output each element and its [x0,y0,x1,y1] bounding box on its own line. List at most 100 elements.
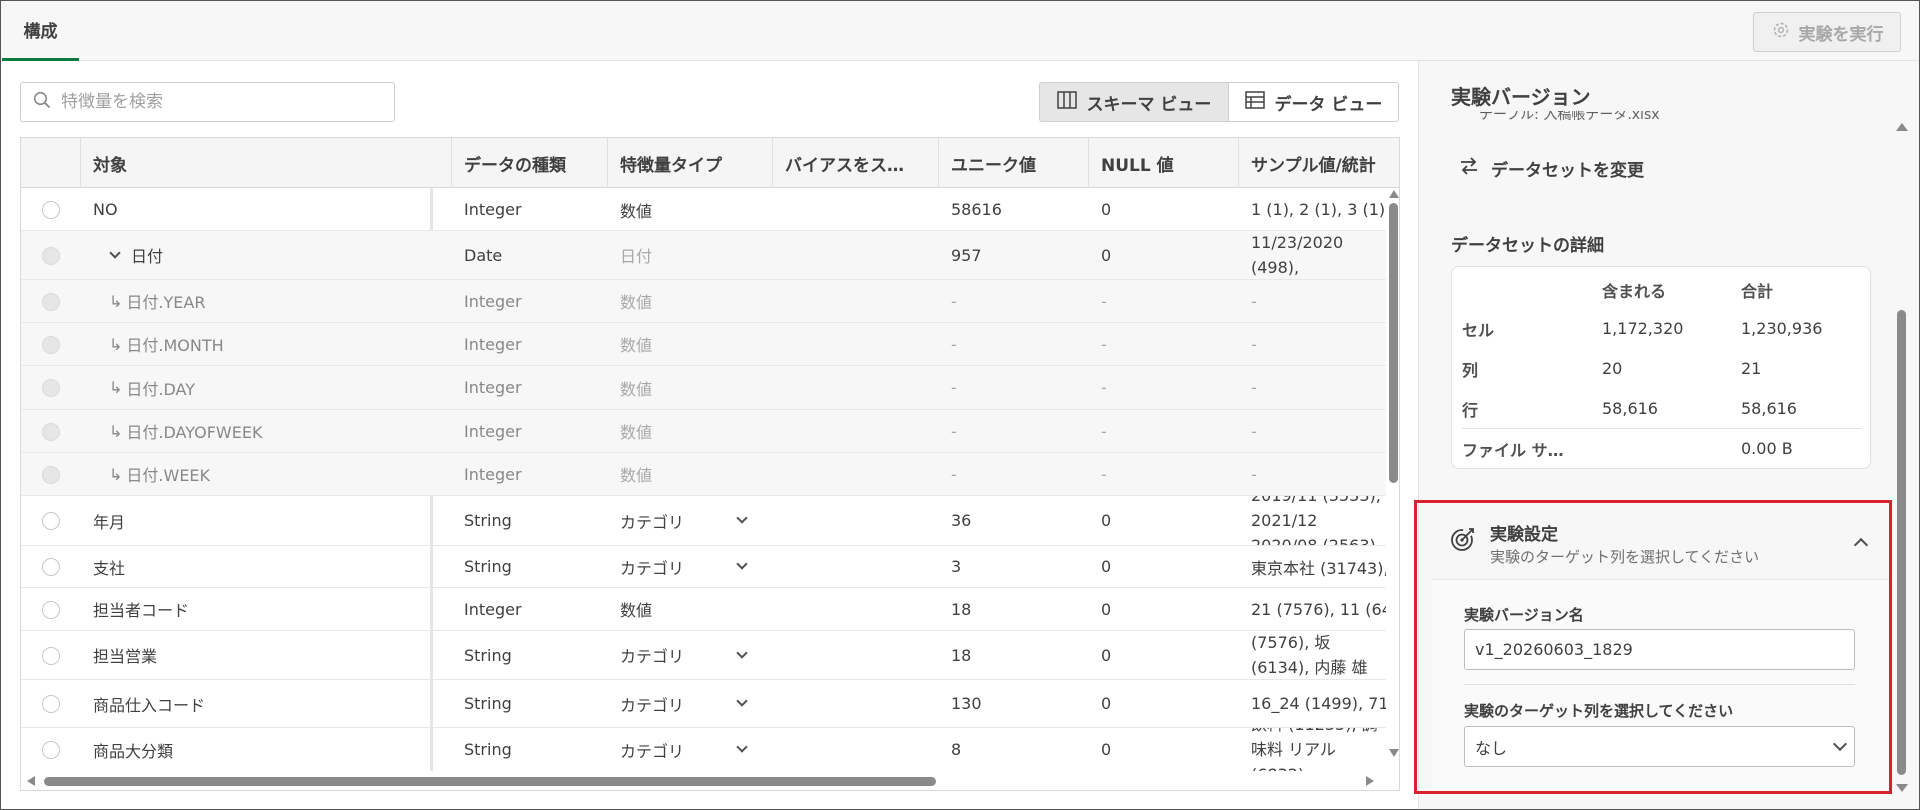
header-null[interactable]: NULL 値 [1089,138,1239,188]
table-row[interactable]: ↳ 日付.WEEK Integer 数値 - - - [21,453,1399,496]
table-row[interactable]: 年月 String カテゴリ 36 0 2019/11 (3533), 2021/12 2… [21,496,1399,546]
table-vertical-scrollbar[interactable] [1386,189,1399,759]
panel-vertical-scrollbar[interactable] [1894,120,1910,792]
sample-cell-text: 1 (1), 2 (1), 3 (1), 4 (1) [1251,200,1386,219]
unique-cell: - [939,453,1089,495]
null-cell-text: 0 [1101,645,1112,665]
swap-icon [1459,157,1479,180]
sample-cell-text: 齋藤 省吾 (7576), 坂 (6134), 内藤 雄二 (5 [1251,633,1368,677]
row-select-radio[interactable] [42,646,60,665]
table-row[interactable]: 商品大分類 String カテゴリ 8 0 飲料 (11235), 調味料 リアル (68… [21,728,1399,772]
row-select-radio[interactable] [42,558,60,576]
table-row[interactable]: ↳ 日付.MONTH Integer 数値 - - - [21,323,1399,366]
row-select-radio[interactable] [42,201,60,219]
feature-type-cell: 数値 [608,453,773,495]
unique-cell: 58616 [939,189,1089,230]
search-input[interactable] [61,92,381,112]
table-row[interactable]: ↳ 日付.YEAR Integer 数値 - - - [21,280,1399,323]
sample-cell: 1 (1), 2 (1), 3 (1), 4 (1) [1239,189,1386,230]
feature-type-cell[interactable]: カテゴリ [608,631,773,679]
null-cell-text: 0 [1101,511,1112,530]
unique-cell-text: 18 [951,645,972,665]
header-sample[interactable]: サンプル値/統計 [1239,138,1399,188]
table-row[interactable]: 担当者コード Integer 数値 18 0 21 (7576), 11 (6499), [21,588,1399,631]
table-row[interactable]: ↳ 日付.DAY Integer 数値 - - - [21,366,1399,410]
data-type-cell-text: Integer [464,378,522,397]
table-row[interactable]: NO Integer 数値 58616 0 1 (1), 2 (1), 3 (1), 4 … [21,189,1399,231]
details-row-total: 1,230,936 [1741,319,1823,338]
row-select-radio[interactable] [42,465,60,484]
tab-configuration[interactable]: 構成 [2,1,79,61]
feature-search[interactable] [20,82,395,122]
feature-type-cell: 数値 [608,366,773,409]
chevron-down-icon[interactable] [736,741,748,753]
unique-cell: - [939,323,1089,365]
table-header: 対象 データの種類 特徴量タイプ バイアスをス… ユニーク値 NULL 値 サン… [21,138,1399,188]
row-select-radio[interactable] [42,600,60,619]
header-feature-type[interactable]: 特徴量タイプ [608,138,773,188]
data-view-button[interactable]: データ ビュー [1228,83,1398,121]
chevron-down-icon[interactable] [736,695,748,707]
table-horizontal-scrollbar[interactable] [21,771,1399,790]
row-select-radio[interactable] [42,292,60,311]
panel-scroll-up-arrow-icon[interactable] [1896,123,1908,131]
panel-scroll-down-arrow-icon[interactable] [1896,784,1908,792]
chevron-down-icon[interactable] [736,646,748,659]
sample-cell: - [1239,280,1386,322]
feature-type-cell[interactable]: カテゴリ [608,680,773,727]
header-target[interactable]: 対象 [81,138,452,188]
row-select-radio[interactable] [42,741,60,759]
schema-view-button[interactable]: スキーマ ビュー [1040,83,1229,121]
target-name: 担当営業 [93,647,158,666]
bias-cell [773,231,939,279]
chevron-down-icon[interactable] [736,512,748,524]
data-type-cell-text: String [464,645,512,665]
scroll-up-arrow-icon[interactable] [1389,190,1399,198]
row-select-radio[interactable] [42,422,60,441]
null-cell: 0 [1089,728,1239,771]
scroll-left-arrow-icon[interactable] [27,776,35,786]
sample-cell: 11/24/2019 (900), 11/23/2020 (498), 11/2… [1239,231,1386,279]
scroll-right-arrow-icon[interactable] [1366,776,1374,786]
chevron-down-icon[interactable] [736,558,748,570]
unique-cell: - [939,410,1089,452]
table-row[interactable]: 商品仕入コード String カテゴリ 130 0 16_24 (1499), 714_4… [21,680,1399,728]
scroll-down-arrow-icon[interactable] [1389,749,1399,757]
row-select-radio[interactable] [42,335,60,354]
unique-cell-text: 130 [951,694,982,713]
expand-chevron-icon[interactable] [109,247,121,259]
table-row[interactable]: 支社 String カテゴリ 3 0 東京本社 (31743), 大 [21,546,1399,588]
header-bias[interactable]: バイアスをス… [773,138,939,188]
unique-cell: 18 [939,631,1089,679]
bias-cell [773,366,939,409]
table-row[interactable]: ↳ 日付.DAYOFWEEK Integer 数値 - - - [21,410,1399,453]
sample-cell: 16_24 (1499), 714_44 [1239,680,1386,727]
run-experiment-button[interactable]: 実験を実行 [1753,12,1901,52]
data-type-cell: String [452,728,608,771]
row-select-radio[interactable] [42,246,60,265]
sample-cell-text: 11/24/2019 (900), 11/23/2020 (498), 11/2… [1251,233,1344,277]
unique-cell-text: 58616 [951,200,1002,219]
change-dataset-button[interactable]: データセットを変更 [1459,156,1644,181]
sample-cell-text: - [1251,464,1257,484]
null-cell: 0 [1089,496,1239,545]
vertical-scroll-thumb[interactable] [1389,203,1398,483]
row-select-radio[interactable] [42,379,60,397]
target-name: 日付.DAY [126,379,196,399]
target-cell: 年月 [81,496,441,545]
sample-cell-text: - [1251,378,1257,397]
header-unique[interactable]: ユニーク値 [939,138,1089,188]
row-select-radio[interactable] [42,695,60,713]
feature-type-cell[interactable]: カテゴリ [608,728,773,771]
data-type-cell-text: String [464,511,512,530]
feature-type-cell[interactable]: カテゴリ [608,496,773,545]
feature-type-cell: 数値 [608,323,773,365]
horizontal-scroll-thumb[interactable] [44,777,936,786]
feature-type-cell[interactable]: カテゴリ [608,546,773,587]
header-data-type[interactable]: データの種類 [452,138,608,188]
panel-scroll-thumb[interactable] [1897,310,1906,775]
table-row[interactable]: 日付 Date 日付 957 0 11/24/2019 (900), 11/23/2020… [21,231,1399,280]
table-row[interactable]: 担当営業 String カテゴリ 18 0 齋藤 省吾 (7576), 坂 (6134),… [21,631,1399,680]
details-row-total: 58,616 [1741,399,1797,418]
row-select-radio[interactable] [42,512,60,530]
